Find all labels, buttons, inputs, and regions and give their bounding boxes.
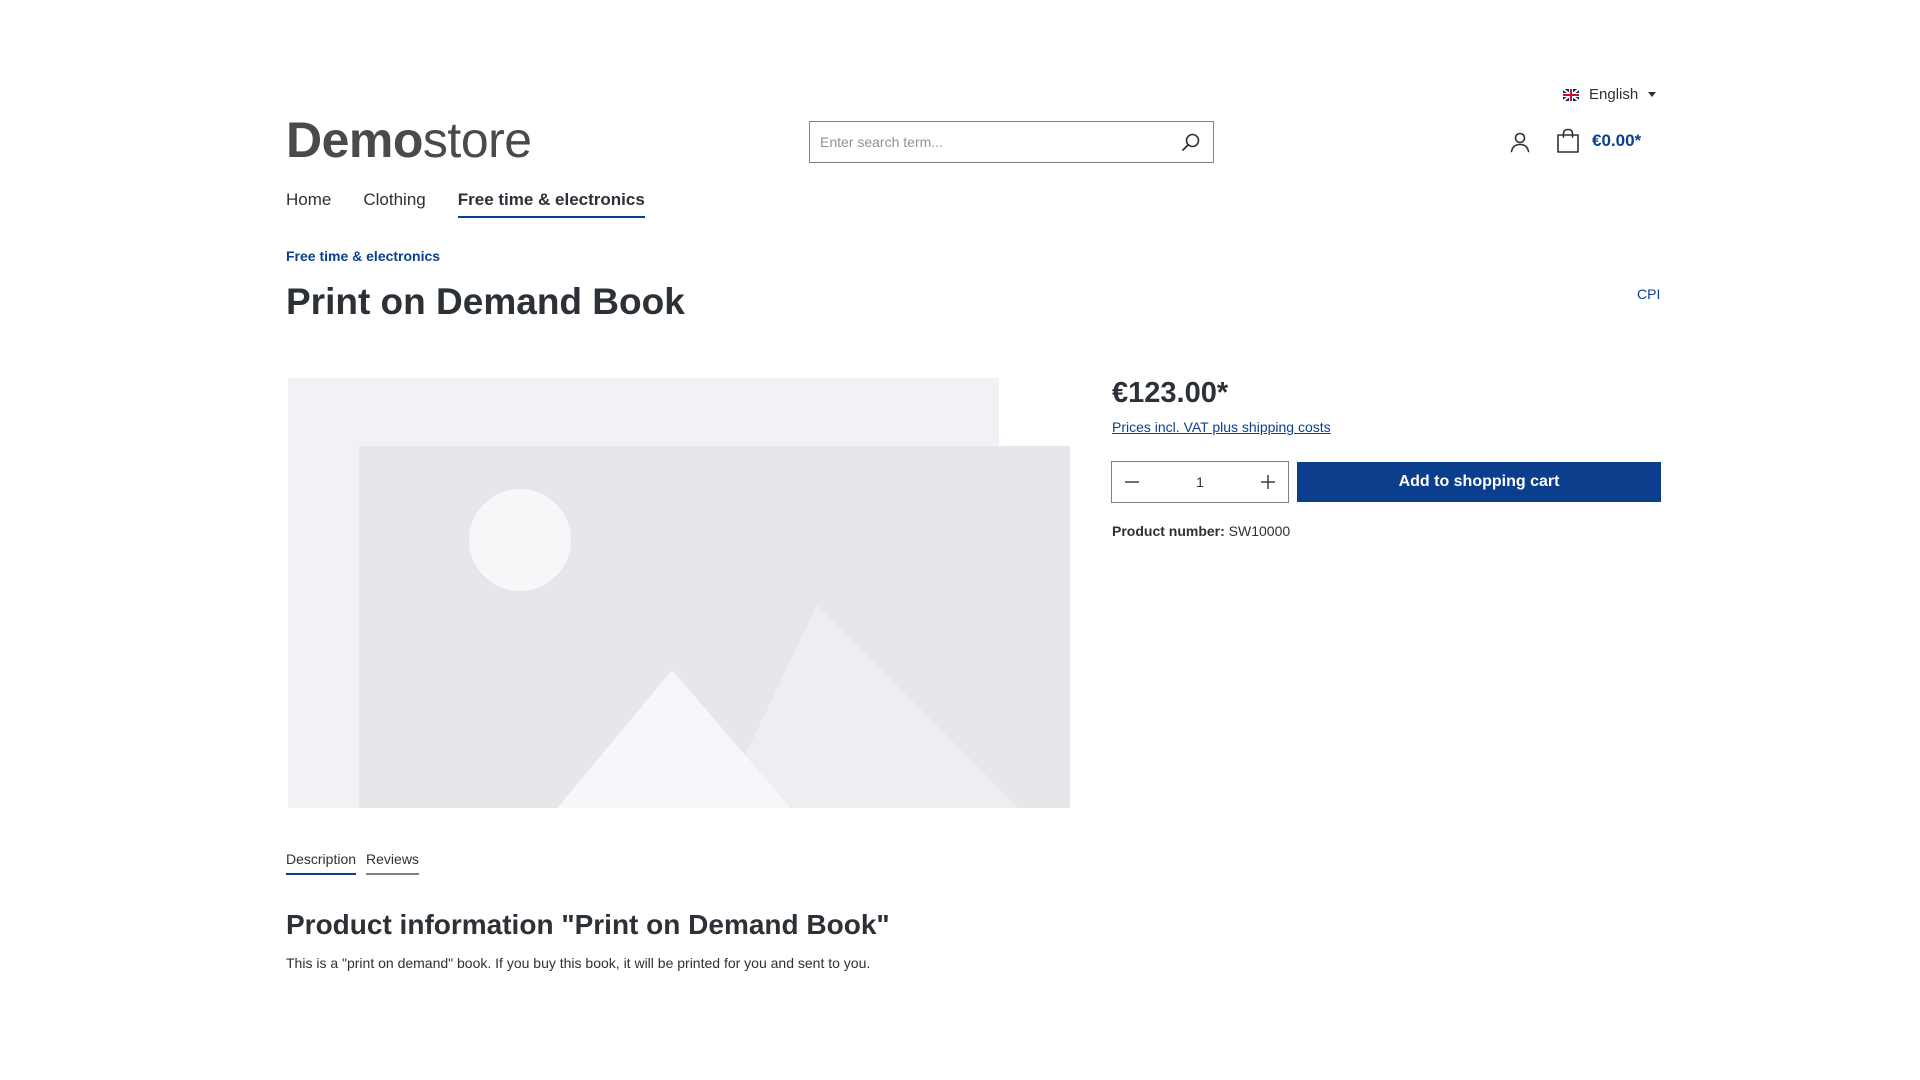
quantity-input[interactable] xyxy=(1152,474,1248,490)
product-price: €123.00* xyxy=(1112,377,1229,409)
page-title: Print on Demand Book xyxy=(286,281,685,322)
uk-flag-icon xyxy=(1563,88,1579,101)
search-button[interactable] xyxy=(1169,122,1213,162)
language-label: English xyxy=(1589,86,1639,103)
language-switcher[interactable]: English xyxy=(1563,86,1657,103)
shopping-bag-icon xyxy=(1557,128,1579,153)
chevron-down-icon xyxy=(1648,92,1657,97)
decrease-quantity-button[interactable] xyxy=(1112,462,1152,502)
tab-reviews[interactable]: Reviews xyxy=(366,851,419,875)
nav-item-free-time-electronics[interactable]: Free time & electronics xyxy=(457,190,645,218)
main-navigation: Home Clothing Free time & electronics xyxy=(286,190,645,218)
product-number-value: SW10000 xyxy=(1228,523,1291,539)
user-icon xyxy=(1510,132,1530,153)
product-detail-tabs: Description Reviews xyxy=(286,851,419,875)
minus-icon xyxy=(1125,481,1139,483)
description-heading: Product information "Print on Demand Boo… xyxy=(286,909,890,940)
logo-bold-text: Demo xyxy=(286,112,423,168)
nav-item-home[interactable]: Home xyxy=(286,190,331,218)
search-bar xyxy=(809,121,1214,163)
nav-item-clothing[interactable]: Clothing xyxy=(363,190,425,218)
quantity-stepper xyxy=(1111,461,1289,503)
search-icon xyxy=(1182,133,1200,151)
image-placeholder-icon xyxy=(288,378,1070,808)
product-image-placeholder xyxy=(288,378,1070,808)
cart-total: €0.00* xyxy=(1592,131,1642,150)
product-number: Product number: SW10000 xyxy=(1112,523,1290,539)
cart-button[interactable]: €0.00* xyxy=(1556,128,1641,154)
account-button[interactable] xyxy=(1508,130,1532,154)
product-number-label: Product number: xyxy=(1112,523,1225,539)
increase-quantity-button[interactable] xyxy=(1248,462,1288,502)
breadcrumb[interactable]: Free time & electronics xyxy=(286,248,440,264)
store-logo[interactable]: Demostore xyxy=(286,112,532,168)
manufacturer-link[interactable]: CPI xyxy=(1637,286,1660,302)
description-text: This is a "print on demand" book. If you… xyxy=(286,955,871,971)
vat-shipping-link[interactable]: Prices incl. VAT plus shipping costs xyxy=(1112,419,1331,435)
add-to-cart-button[interactable]: Add to shopping cart xyxy=(1297,462,1661,502)
tab-description[interactable]: Description xyxy=(286,851,357,875)
logo-light-text: store xyxy=(422,112,532,168)
plus-icon xyxy=(1261,475,1275,489)
search-input[interactable] xyxy=(810,122,1169,162)
